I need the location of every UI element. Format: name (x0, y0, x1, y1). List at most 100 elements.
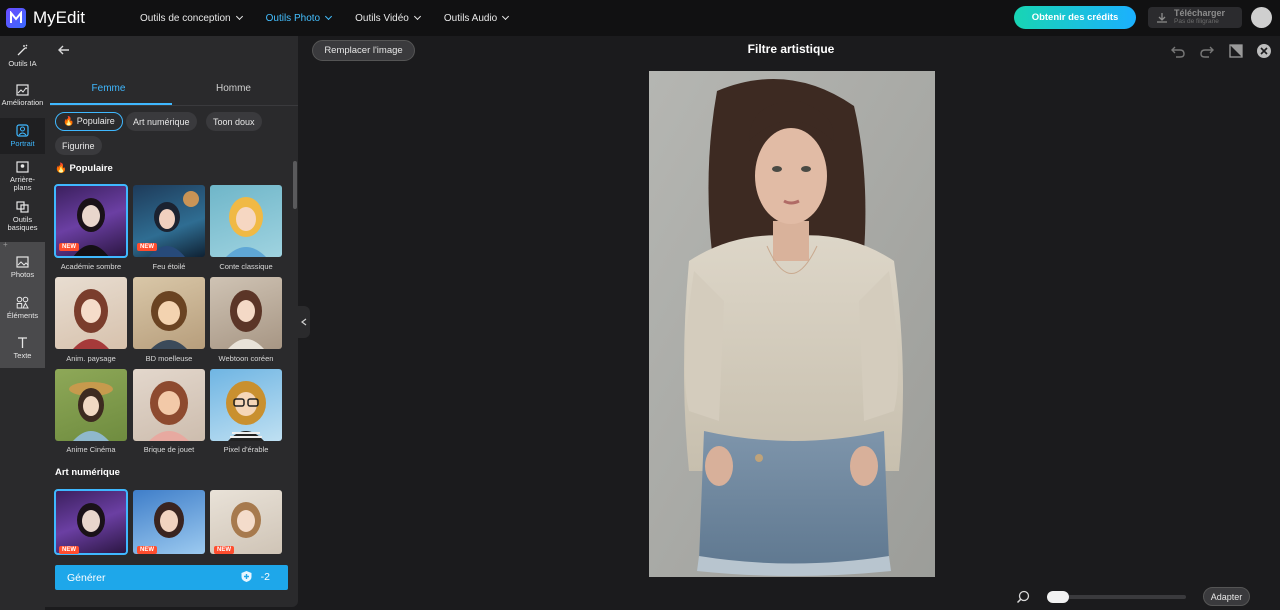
nav-video-tools[interactable]: Outils Vidéo (355, 12, 421, 24)
style-panel: Femme Homme 🔥 Populaire Art numérique To… (45, 36, 298, 607)
tab-femme[interactable]: Femme (50, 83, 167, 94)
rail-item-photos[interactable]: Photos (0, 256, 45, 286)
rail-label: Arrière-plans (9, 175, 35, 192)
style-thumb-academie-sombre[interactable]: NEW (54, 184, 128, 258)
chip-toon-doux[interactable]: Toon doux (206, 112, 262, 131)
close-icon[interactable] (1256, 43, 1272, 59)
portrait-thumbnail-image (154, 502, 184, 538)
style-caption: Conte classique (219, 262, 273, 271)
style-thumb-webtoon-coreen[interactable] (210, 277, 282, 349)
top-navigation: Outils de conception Outils Photo Outils… (140, 12, 510, 24)
portrait-thumbnail-image (77, 503, 105, 537)
portrait-photo-image (649, 71, 935, 577)
zoom-slider-knob[interactable] (1047, 591, 1069, 603)
chevron-down-icon (325, 12, 333, 21)
credit-icon (241, 571, 252, 582)
style-thumb-pixel-d-erable[interactable] (210, 369, 282, 441)
new-badge: NEW (137, 546, 157, 554)
portrait-thumbnail-image (231, 502, 261, 538)
rail-label: Portrait (10, 139, 35, 148)
user-avatar[interactable] (1251, 7, 1272, 28)
style-thumb-brique-de-jouet[interactable] (133, 369, 205, 441)
undo-icon[interactable] (1170, 43, 1186, 59)
new-badge: NEW (59, 243, 79, 251)
rail-item-backgrounds[interactable]: Arrière-plans (0, 161, 45, 193)
nav-label: Outils Vidéo (355, 12, 409, 24)
enhance-icon (16, 84, 29, 96)
style-caption: Brique de jouet (143, 445, 195, 454)
portrait-icon (16, 124, 29, 137)
photos-icon (16, 256, 29, 268)
replace-image-button[interactable]: Remplacer l'image (312, 40, 415, 61)
rail-item-text[interactable]: Texte (0, 336, 45, 366)
style-thumb-anim-paysage[interactable] (55, 277, 127, 349)
style-caption: Académie sombre (60, 262, 122, 271)
credit-cost: -2 (240, 570, 270, 583)
style-thumb-feu-etoile[interactable]: NEW (133, 185, 205, 257)
chip-figurine[interactable]: Figurine (55, 136, 102, 155)
plus-icon: + (3, 240, 8, 249)
rail-label: Photos (10, 270, 35, 279)
nav-label: Outils de conception (140, 12, 231, 24)
rail-item-enhance[interactable]: Amélioration (0, 84, 45, 114)
panel-scrollbar[interactable] (293, 161, 297, 209)
style-caption: Anime Cinéma (66, 445, 116, 454)
generate-label: Générer (67, 571, 106, 584)
zoom-icon[interactable] (1016, 590, 1030, 604)
style-thumb-conte-classique[interactable] (210, 185, 282, 257)
portrait-thumbnail-image (226, 197, 266, 257)
top-bar: MyEdit Outils de conception Outils Photo… (0, 0, 1280, 36)
chip-populaire[interactable]: 🔥 Populaire (55, 112, 123, 131)
nav-photo-tools[interactable]: Outils Photo (265, 12, 333, 24)
style-thumb-anime-cinema[interactable] (55, 369, 127, 441)
panel-collapse-handle[interactable] (298, 306, 310, 338)
credit-cost-value: -2 (260, 570, 270, 583)
style-thumb-art-numerique-2[interactable]: NEW (133, 490, 205, 554)
rail-item-basic-tools[interactable]: Outils basiques (0, 201, 45, 233)
tool-rail: + Outils IA Amélioration Portrait Arrièr… (0, 36, 45, 610)
fit-button[interactable]: Adapter (1203, 587, 1250, 606)
portrait-thumbnail-image (226, 381, 266, 441)
background-icon (16, 161, 29, 173)
back-arrow-icon[interactable] (57, 43, 71, 57)
get-credits-button[interactable]: Obtenir des crédits (1014, 6, 1136, 29)
section-title-populaire: 🔥 Populaire (55, 163, 113, 174)
rail-item-portrait[interactable]: Portrait (0, 118, 45, 154)
rail-item-elements[interactable]: Éléments (0, 296, 45, 326)
portrait-thumbnail-image (151, 291, 187, 349)
download-icon (1157, 12, 1167, 23)
chip-art-numerique[interactable]: Art numérique (126, 112, 197, 131)
chevron-down-icon (235, 12, 243, 21)
compare-icon[interactable] (1228, 43, 1244, 59)
portrait-thumbnail-image (228, 290, 264, 349)
generate-button[interactable]: Générer -2 (55, 565, 288, 590)
magic-wand-icon (17, 44, 28, 56)
style-caption: Feu étoilé (152, 262, 186, 271)
rail-label: Outils IA (8, 59, 37, 68)
rail-item-ai-tools[interactable]: Outils IA (0, 44, 45, 74)
myedit-logo-icon (6, 8, 26, 28)
nav-label: Outils Photo (265, 12, 321, 24)
style-thumb-art-numerique-1[interactable]: NEW (54, 489, 128, 555)
canvas-title: Filtre artistique (747, 42, 835, 56)
nav-audio-tools[interactable]: Outils Audio (444, 12, 510, 24)
app-name: MyEdit (33, 8, 85, 27)
download-label: Télécharger (1174, 8, 1226, 18)
chevron-down-icon (502, 12, 510, 21)
nav-design-tools[interactable]: Outils de conception (140, 12, 243, 24)
edited-photo[interactable] (649, 71, 935, 577)
active-tab-underline (50, 103, 172, 105)
gender-tabs: Femme Homme (50, 78, 298, 106)
portrait-thumbnail-image (73, 289, 109, 349)
redo-icon[interactable] (1199, 43, 1215, 59)
style-thumb-bd-moelleuse[interactable] (133, 277, 205, 349)
app-logo[interactable]: MyEdit (6, 8, 134, 28)
portrait-thumbnail-image (69, 382, 113, 441)
style-thumb-art-numerique-3[interactable]: NEW (210, 490, 282, 554)
new-badge: NEW (137, 243, 157, 251)
download-button[interactable]: Télécharger Pas de filigrane (1148, 7, 1242, 28)
elements-icon (16, 296, 29, 309)
rail-label: Texte (13, 351, 32, 360)
tab-homme[interactable]: Homme (175, 83, 292, 94)
download-sublabel: Pas de filigrane (1174, 18, 1219, 25)
